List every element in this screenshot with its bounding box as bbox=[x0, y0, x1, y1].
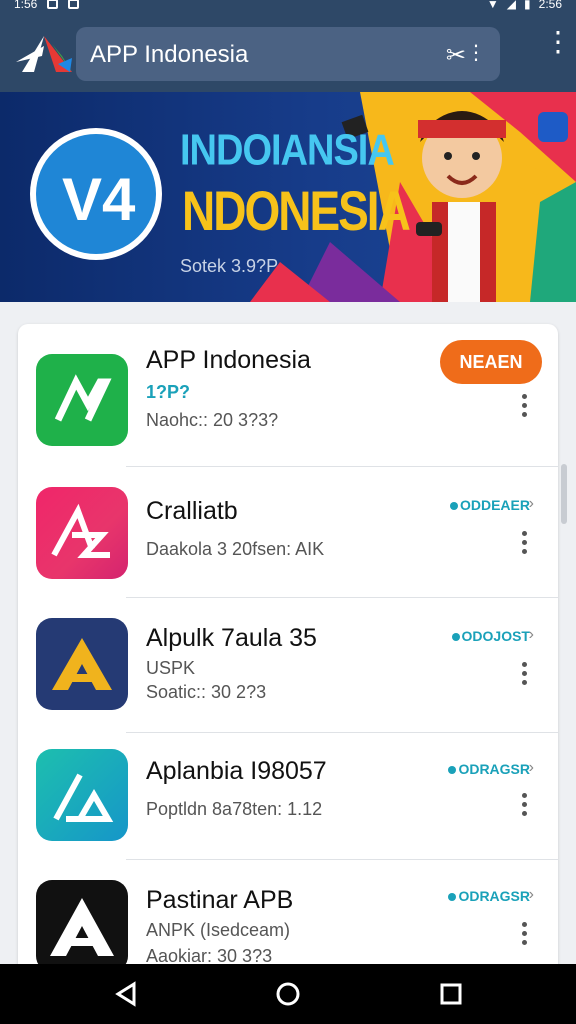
app-name: Cralliatb bbox=[146, 497, 238, 525]
more-vert-icon[interactable] bbox=[522, 922, 528, 949]
app-icon bbox=[36, 880, 128, 972]
back-icon[interactable] bbox=[112, 980, 142, 1008]
message-icon bbox=[47, 0, 59, 9]
more-vert-icon[interactable] bbox=[522, 394, 528, 421]
status-tag: ODRAGSR bbox=[448, 761, 530, 777]
app-meta: USPK bbox=[146, 658, 196, 678]
install-button[interactable]: NEAEN bbox=[440, 340, 542, 384]
app-stats: Daakola 3 20fsen: AIK bbox=[146, 539, 325, 559]
app-list-card: APP Indonesia 1?P? Naohc:: 20 3?3? NEAEN… bbox=[18, 324, 558, 1024]
app-logo[interactable] bbox=[14, 34, 74, 76]
status-bar: 1:56 ▼ ◢ ▮ 2:56 bbox=[0, 0, 576, 14]
more-vert-icon[interactable] bbox=[522, 793, 528, 820]
list-item[interactable]: Alpulk 7aula 35 USPK Soatic:: 30 2?3 ODO… bbox=[18, 598, 558, 733]
list-item[interactable]: Cralliatb Daakola 3 20fsen: AIK ODDEAER … bbox=[18, 467, 558, 598]
svg-text:V4: V4 bbox=[62, 166, 136, 233]
app-stats: Poptldn 8a78ten: 1.12 bbox=[146, 799, 323, 819]
status-tag: ODOJOST bbox=[451, 628, 530, 644]
app-meta: 1?P? bbox=[146, 382, 191, 402]
app-bar: APP Indonesia ✂ ⋮ ⋮ bbox=[0, 14, 576, 92]
chevron-right-icon[interactable]: › bbox=[529, 495, 534, 513]
app-name: Alpulk 7aula 35 bbox=[146, 624, 317, 652]
promo-banner[interactable]: V4 INDOIANSIA NDONESIA Sotek 3.9?P bbox=[0, 92, 576, 302]
wifi-icon: ▼ bbox=[486, 0, 499, 11]
app-stats: Soatic:: 30 2?3 bbox=[146, 682, 267, 702]
recents-icon[interactable] bbox=[436, 980, 466, 1008]
battery-icon: ▮ bbox=[524, 0, 531, 11]
status-time-left: 1:56 bbox=[14, 0, 38, 11]
search-text: APP Indonesia bbox=[90, 41, 249, 68]
more-vert-icon[interactable]: ⋮ bbox=[544, 28, 572, 56]
list-item[interactable]: Aplanbia I98057 Poptldn 8a78ten: 1.12 OD… bbox=[18, 733, 558, 860]
app-name: Pastinar APB bbox=[146, 886, 294, 914]
signal-icon: ◢ bbox=[506, 0, 517, 11]
chevron-right-icon[interactable]: › bbox=[529, 626, 534, 644]
more-vert-icon[interactable] bbox=[522, 531, 528, 558]
app-icon bbox=[36, 487, 128, 579]
banner-title-line1: INDOIANSIA bbox=[180, 126, 395, 176]
banner-title-line2: NDONESIA bbox=[182, 179, 411, 243]
more-vert-icon[interactable] bbox=[522, 662, 528, 689]
app-meta: ANPK (Isedceam) bbox=[146, 920, 291, 940]
banner-subtitle: Sotek 3.9?P bbox=[180, 256, 279, 276]
app-icon bbox=[36, 354, 128, 446]
chevron-right-icon[interactable]: › bbox=[529, 886, 534, 904]
app-icon bbox=[36, 618, 128, 710]
notification-icon bbox=[68, 0, 80, 9]
app-icon bbox=[36, 749, 128, 841]
scissors-icon[interactable]: ✂ bbox=[446, 41, 466, 70]
system-nav-bar bbox=[0, 964, 576, 1024]
app-name: APP Indonesia bbox=[146, 346, 311, 374]
search-more-icon[interactable]: ⋮ bbox=[466, 40, 486, 65]
home-icon[interactable] bbox=[273, 980, 303, 1008]
status-tag: ODRAGSR bbox=[448, 888, 530, 904]
scrollbar[interactable] bbox=[561, 464, 567, 524]
status-tag: ODDEAER bbox=[449, 497, 530, 513]
chevron-right-icon[interactable]: › bbox=[529, 759, 534, 777]
status-time-right: 2:56 bbox=[538, 0, 562, 11]
app-name: Aplanbia I98057 bbox=[146, 757, 327, 785]
search-bar[interactable]: APP Indonesia ✂ ⋮ bbox=[76, 27, 500, 81]
app-stats: Naohc:: 20 3?3? bbox=[146, 410, 279, 430]
list-item[interactable]: APP Indonesia 1?P? Naohc:: 20 3?3? NEAEN bbox=[18, 324, 558, 467]
